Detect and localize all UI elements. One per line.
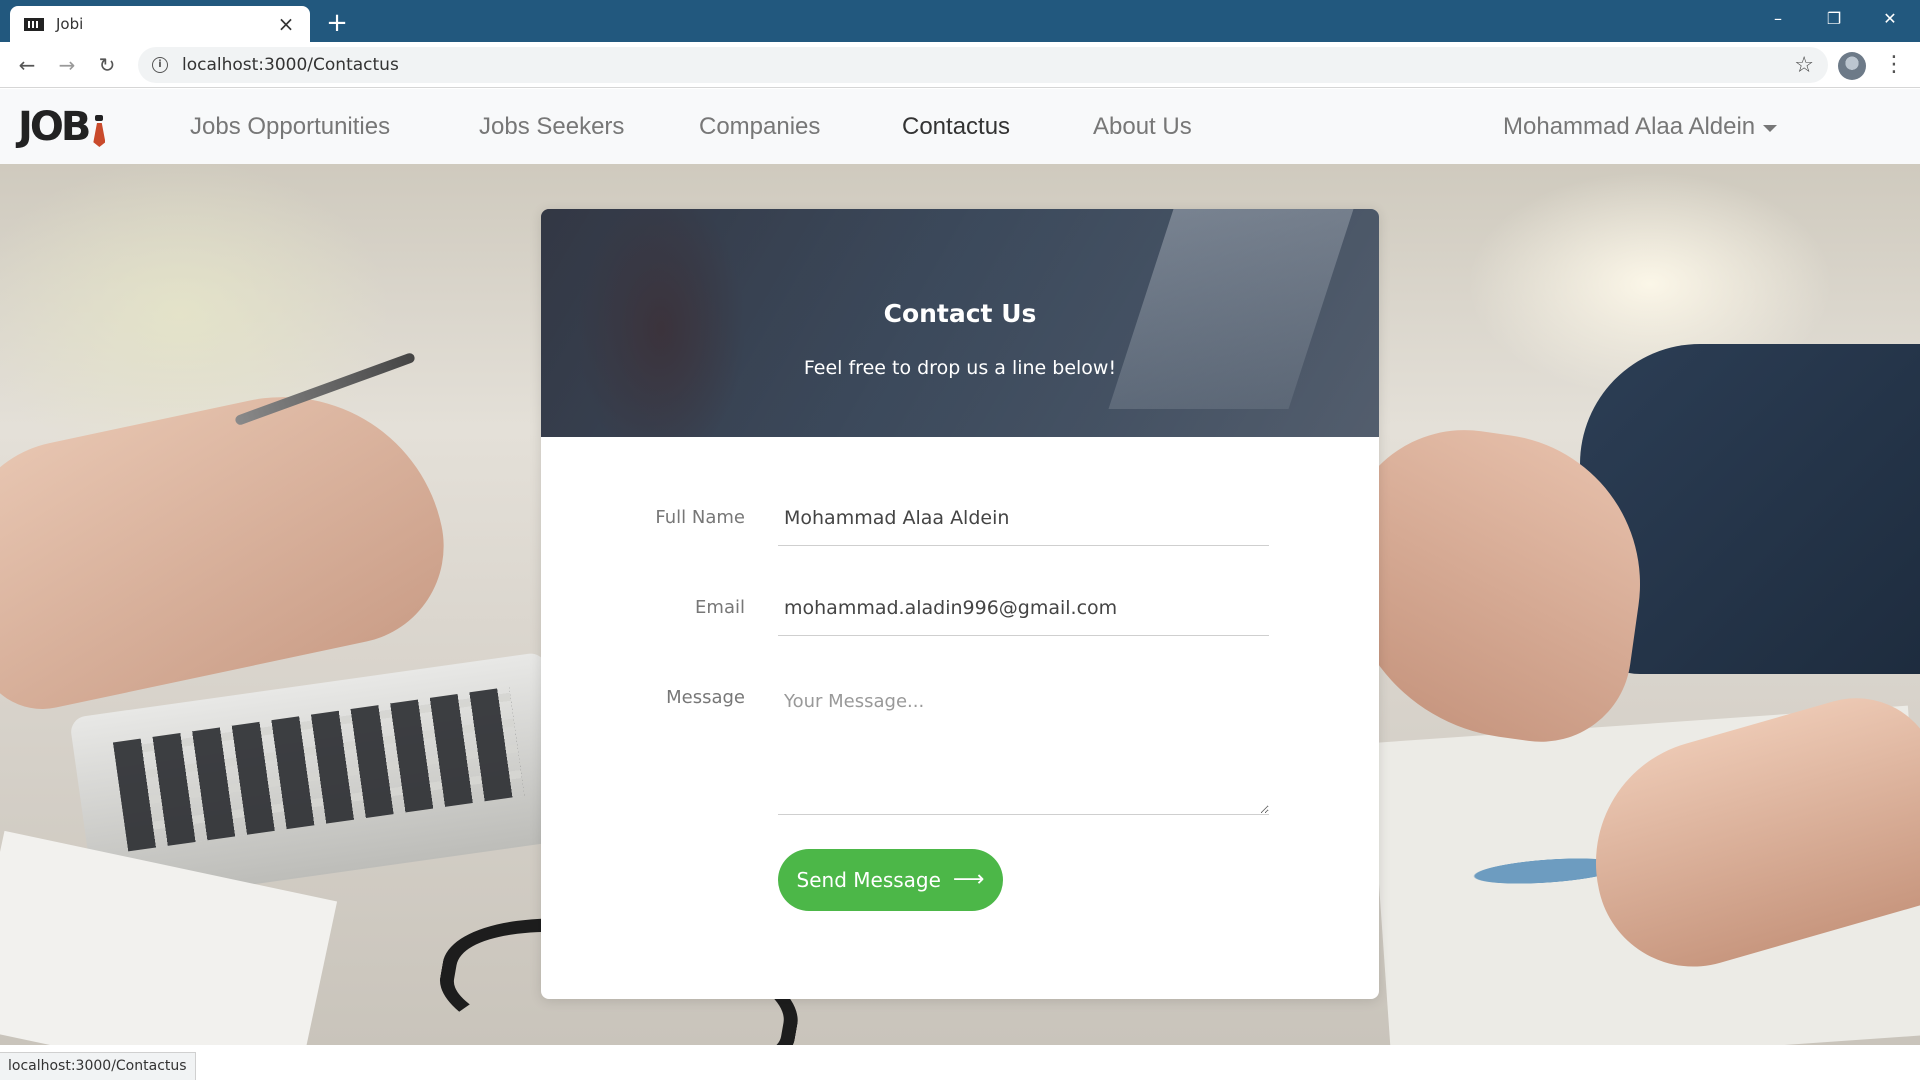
nav-companies[interactable]: Companies xyxy=(699,113,820,141)
caret-down-icon xyxy=(1763,124,1778,132)
nav-about-us[interactable]: About Us xyxy=(1093,113,1192,141)
page-bottom-strip xyxy=(0,1045,1920,1080)
email-label: Email xyxy=(695,597,745,618)
back-button[interactable]: ← xyxy=(12,50,42,80)
user-name: Mohammad Alaa Aldein xyxy=(1503,113,1756,140)
message-label: Message xyxy=(666,687,745,708)
address-url[interactable]: localhost:3000/Contactus xyxy=(182,55,1794,75)
full-name-input[interactable] xyxy=(778,490,1269,546)
contact-card: Contact Us Feel free to drop us a line b… xyxy=(541,209,1379,999)
minimize-button[interactable]: – xyxy=(1750,0,1806,36)
site-logo[interactable]: JOB xyxy=(18,107,106,147)
site-info-icon[interactable]: i xyxy=(152,57,168,73)
full-name-label: Full Name xyxy=(655,507,745,528)
tab-close-icon[interactable]: × xyxy=(276,14,296,34)
forward-button[interactable]: → xyxy=(52,50,82,80)
email-input[interactable] xyxy=(778,580,1269,636)
profile-avatar[interactable] xyxy=(1838,52,1866,80)
new-tab-button[interactable]: + xyxy=(322,8,352,38)
contact-subtitle: Feel free to drop us a line below! xyxy=(803,357,1117,379)
window-close-button[interactable]: ✕ xyxy=(1862,0,1918,36)
arrow-right-icon: ⟶ xyxy=(952,867,985,892)
site-navbar: JOB Jobs Opportunities Jobs Seekers Comp… xyxy=(0,89,1920,164)
browser-toolbar: ← → ↻ i localhost:3000/Contactus ☆ ⋮ xyxy=(0,42,1920,88)
nav-contactus[interactable]: Contactus xyxy=(902,113,1010,141)
restore-button[interactable]: ❐ xyxy=(1806,0,1862,36)
logo-text: JOB xyxy=(18,104,91,150)
tie-icon xyxy=(92,115,106,147)
site-favicon-icon xyxy=(24,17,44,31)
message-textarea[interactable] xyxy=(778,679,1269,815)
user-dropdown[interactable]: Mohammad Alaa Aldein xyxy=(1503,113,1778,141)
contact-title: Contact Us xyxy=(883,299,1037,328)
browser-menu-icon[interactable]: ⋮ xyxy=(1882,50,1906,80)
reload-button[interactable]: ↻ xyxy=(92,50,122,80)
nav-jobs-opportunities[interactable]: Jobs Opportunities xyxy=(190,113,390,141)
browser-titlebar: Jobi × + – ❐ ✕ xyxy=(0,0,1920,42)
bg-hand-left xyxy=(0,366,462,722)
status-bar: localhost:3000/Contactus xyxy=(0,1052,196,1080)
browser-tab[interactable]: Jobi × xyxy=(10,6,310,42)
send-message-button[interactable]: Send Message ⟶ xyxy=(778,849,1003,911)
bookmark-star-icon[interactable]: ☆ xyxy=(1794,53,1814,78)
address-bar[interactable]: i localhost:3000/Contactus ☆ xyxy=(138,47,1828,83)
nav-jobs-seekers[interactable]: Jobs Seekers xyxy=(479,113,624,141)
tab-title: Jobi xyxy=(56,15,84,33)
send-message-label: Send Message xyxy=(796,868,941,892)
contact-card-header: Contact Us Feel free to drop us a line b… xyxy=(541,209,1379,437)
